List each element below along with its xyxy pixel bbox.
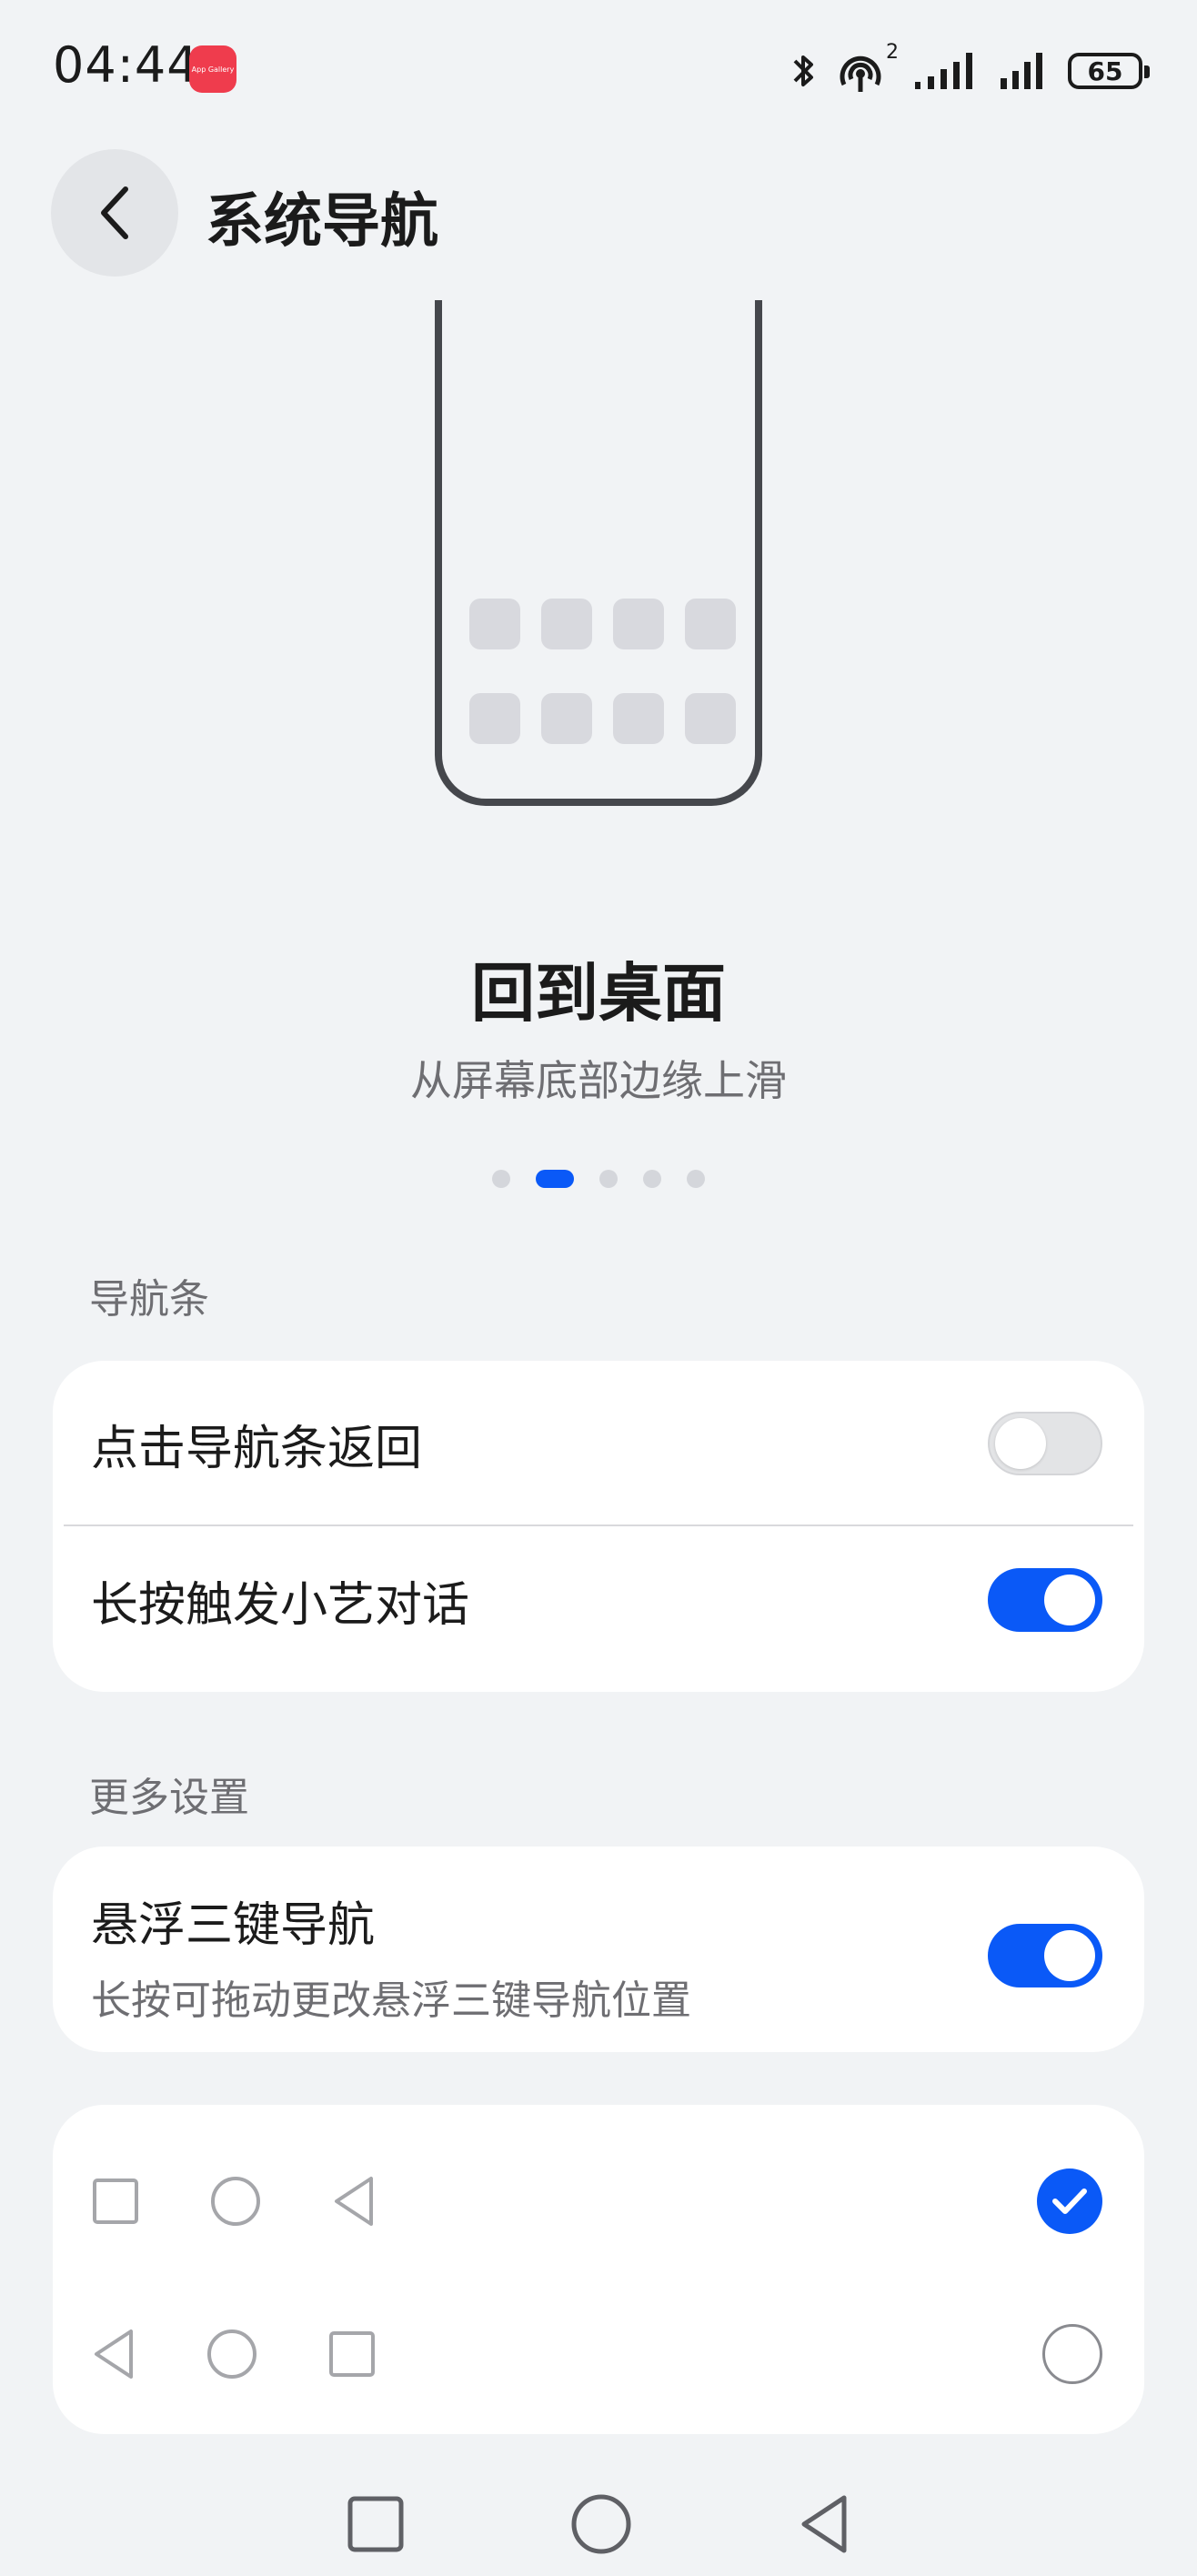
app-tile (469, 693, 520, 744)
app-grid-illustration (469, 599, 736, 744)
back-button[interactable] (51, 149, 178, 277)
page-dot[interactable] (687, 1170, 705, 1188)
check-icon (1052, 2189, 1087, 2214)
floating-nav-toggle[interactable] (988, 1924, 1102, 1987)
battery-icon: 65 (1068, 53, 1150, 89)
triangle-back-icon (95, 2329, 133, 2379)
button-order-option-2[interactable] (91, 2301, 1102, 2407)
page-dot-active[interactable] (536, 1170, 574, 1188)
status-time: 04:44 (53, 36, 199, 94)
page-dot[interactable] (643, 1170, 661, 1188)
floating-nav-text: 悬浮三键导航 长按可拖动更改悬浮三键导航位置 (91, 1887, 691, 2026)
home-circle-icon[interactable] (569, 2492, 633, 2556)
setting-sublabel: 长按可拖动更改悬浮三键导航位置 (91, 1977, 691, 2024)
option-2-radio[interactable] (1042, 2324, 1102, 2384)
chevron-left-icon (101, 186, 128, 239)
app-gallery-icon: App Gallery (189, 45, 236, 93)
app-tile (685, 693, 736, 744)
bluetooth-icon (793, 55, 813, 86)
long-press-xiaoyi-toggle[interactable] (988, 1568, 1102, 1632)
divider (64, 1524, 1133, 1526)
button-order-card (53, 2105, 1144, 2434)
tap-back-toggle[interactable] (988, 1412, 1102, 1475)
app-tile (469, 599, 520, 649)
gesture-subtitle: 从屏幕底部边缘上滑 (410, 1056, 787, 1105)
setting-row-floating-nav[interactable]: 悬浮三键导航 长按可拖动更改悬浮三键导航位置 (91, 1892, 1102, 2024)
hotspot-icon: 2 (835, 41, 899, 94)
page-indicator[interactable] (0, 1170, 1197, 1188)
circle-icon (211, 2177, 260, 2226)
app-tile (685, 599, 736, 649)
nav-icon-preview (91, 2328, 377, 2380)
gesture-illustration (435, 300, 762, 806)
setting-row-tap-back[interactable]: 点击导航条返回 (91, 1399, 1102, 1488)
toggle-knob (1044, 1575, 1095, 1625)
battery-level: 65 (1087, 55, 1123, 86)
status-icons: 2 65 (790, 41, 1150, 96)
hotspot-badge: 2 (886, 41, 899, 64)
app-gallery-icon-text: App Gallery (191, 65, 235, 74)
app-tile (613, 599, 664, 649)
option-1-radio-selected[interactable] (1037, 2168, 1102, 2234)
page-dot[interactable] (492, 1170, 510, 1188)
setting-label: 点击导航条返回 (91, 1421, 423, 1476)
app-tile (541, 599, 592, 649)
section-label-more-settings: 更多设置 (89, 1775, 249, 1821)
toggle-knob (1044, 1930, 1095, 1981)
system-nav-bar (0, 2492, 1197, 2556)
recents-square-icon[interactable] (346, 2494, 406, 2554)
toggle-knob (995, 1418, 1046, 1469)
page-dot[interactable] (599, 1170, 618, 1188)
nav-bar-settings-card: 点击导航条返回 长按触发小艺对话 (53, 1361, 1144, 1692)
app-tile (541, 693, 592, 744)
gesture-title: 回到桌面 (471, 956, 726, 1031)
signal-icon (915, 53, 972, 89)
triangle-back-icon (335, 2177, 373, 2226)
circle-icon (207, 2329, 256, 2379)
app-tile (613, 693, 664, 744)
setting-label: 长按触发小艺对话 (91, 1577, 470, 1633)
square-icon (93, 2179, 138, 2224)
more-settings-card: 悬浮三键导航 长按可拖动更改悬浮三键导航位置 (53, 1846, 1144, 2052)
setting-row-long-press-xiaoyi[interactable]: 长按触发小艺对话 (91, 1555, 1102, 1645)
back-triangle-icon[interactable] (797, 2492, 851, 2556)
setting-label: 悬浮三键导航 (91, 1897, 376, 1953)
page-title: 系统导航 (206, 188, 438, 256)
square-icon (329, 2331, 375, 2377)
button-order-option-1[interactable] (91, 2148, 1102, 2254)
signal-icon (1001, 53, 1042, 89)
section-label-nav-bar: 导航条 (89, 1276, 209, 1323)
nav-icon-preview (91, 2175, 377, 2228)
